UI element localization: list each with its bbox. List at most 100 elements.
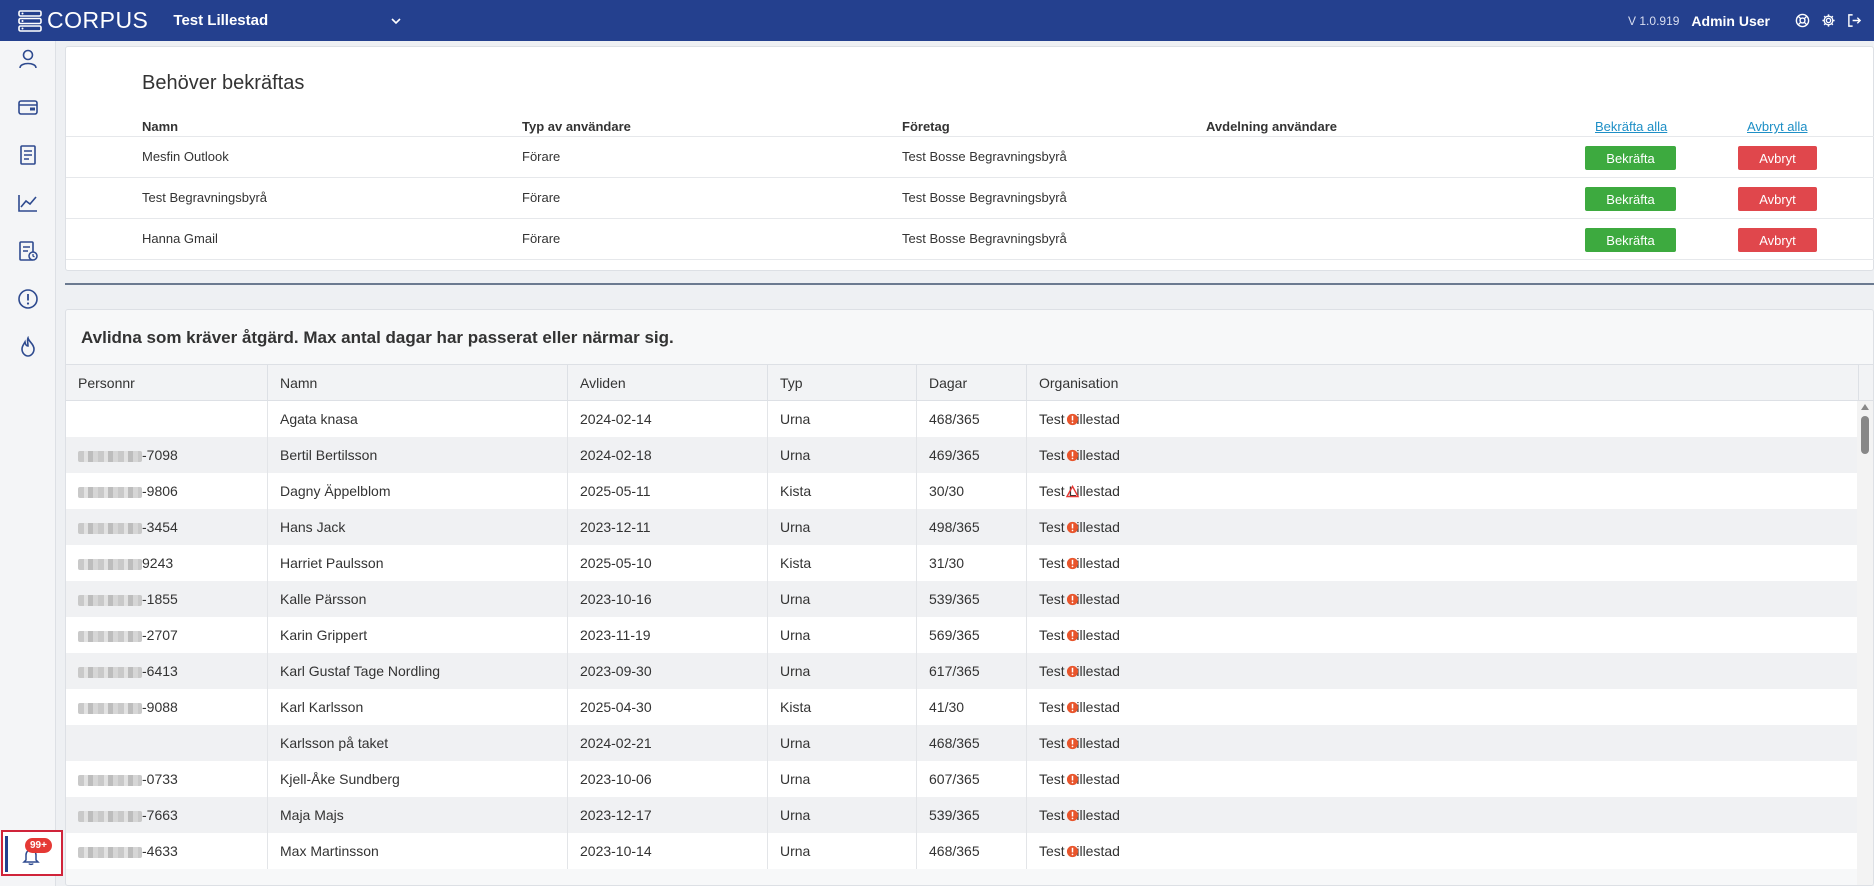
- died-date-cell: 2025-05-10: [568, 545, 768, 581]
- name-cell: Karin Grippert: [268, 617, 568, 653]
- column-header-name[interactable]: Namn: [268, 365, 568, 402]
- died-date-cell: 2024-02-18: [568, 437, 768, 473]
- days-cell: 498/365: [917, 509, 1027, 545]
- scrollbar[interactable]: [1857, 401, 1873, 885]
- logout-icon[interactable]: [1847, 13, 1862, 28]
- scroll-thumb[interactable]: [1861, 416, 1869, 454]
- card-title: Behöver bekräftas: [142, 72, 305, 94]
- table-row[interactable]: -7098 Bertil Bertilsson 2024-02-18 Urna 469/…: [66, 437, 1858, 473]
- organisation-cell: Test Lillestad: [1027, 689, 1858, 725]
- overdue-alert-icon: [1066, 797, 1080, 833]
- table-row[interactable]: Agata knasa 2024-02-14 Urna 468/365 Test Lil…: [66, 401, 1858, 437]
- gear-icon[interactable]: [1821, 13, 1836, 28]
- died-date-cell: 2025-05-11: [568, 473, 768, 509]
- days-cell: 607/365: [917, 761, 1027, 797]
- table-row[interactable]: -4633 Max Martinsson 2023-10-14 Urna 468/365…: [66, 833, 1858, 869]
- confirm-button[interactable]: Bekräfta: [1585, 187, 1676, 211]
- column-header-department: Avdelning användare: [1206, 119, 1337, 134]
- company: Test Bosse Begravningsbyrå: [902, 149, 1067, 164]
- table-row[interactable]: -9088 Karl Karlsson 2025-04-30 Kista 41/30 Te…: [66, 689, 1858, 725]
- cancel-button[interactable]: Avbryt: [1738, 187, 1817, 211]
- user-name: Hanna Gmail: [142, 231, 218, 246]
- personnr-suffix: -4633: [142, 843, 178, 859]
- personnr-suffix: -1855: [142, 591, 178, 607]
- invoice-icon[interactable]: [17, 144, 39, 166]
- personnr-suffix: -3454: [142, 519, 178, 535]
- flame-icon[interactable]: [17, 335, 39, 358]
- column-header-type[interactable]: Typ: [768, 365, 917, 402]
- type-cell: Urna: [768, 761, 917, 797]
- type-cell: Urna: [768, 509, 917, 545]
- personnr-suffix: -7098: [142, 447, 178, 463]
- cancel-button[interactable]: Avbryt: [1738, 228, 1817, 252]
- notification-badge: 99+: [25, 838, 52, 853]
- wallet-icon[interactable]: [17, 96, 39, 118]
- personnr-suffix: -0733: [142, 771, 178, 787]
- type-cell: Urna: [768, 401, 917, 437]
- died-date-cell: 2023-10-16: [568, 581, 768, 617]
- user-icon[interactable]: [17, 48, 39, 70]
- personnr-cell: -7098: [66, 437, 268, 473]
- days-cell: 468/365: [917, 401, 1027, 437]
- died-date-cell: 2023-09-30: [568, 653, 768, 689]
- personnr-cell: -9088: [66, 689, 268, 725]
- name-cell: Hans Jack: [268, 509, 568, 545]
- type-cell: Urna: [768, 437, 917, 473]
- table-row[interactable]: 9243 Harriet Paulsson 2025-05-10 Kista 31/30…: [66, 545, 1858, 581]
- column-header-days[interactable]: Dagar: [917, 365, 1027, 402]
- table-row[interactable]: -7663 Maja Majs 2023-12-17 Urna 539/365 Test …: [66, 797, 1858, 833]
- organisation-cell: Test Lillestad: [1027, 437, 1858, 473]
- overdue-alert-icon: [1066, 545, 1080, 581]
- personnr-suffix: -7663: [142, 807, 178, 823]
- column-header-personnr[interactable]: Personnr: [66, 365, 268, 402]
- days-cell: 30/30: [917, 473, 1027, 509]
- cancel-button[interactable]: Avbryt: [1738, 146, 1817, 170]
- table-row[interactable]: Karlsson på taket 2024-02-21 Urna 468/365 Te…: [66, 725, 1858, 761]
- masked-personnr: [78, 774, 142, 786]
- personnr-suffix: -6413: [142, 663, 178, 679]
- scroll-up-arrow[interactable]: [1861, 404, 1869, 410]
- chart-icon[interactable]: [17, 192, 39, 214]
- help-icon[interactable]: [1795, 13, 1810, 28]
- masked-personnr: [78, 558, 142, 570]
- report-icon[interactable]: [17, 240, 39, 262]
- user-name[interactable]: Admin User: [1691, 13, 1770, 29]
- type-cell: Kista: [768, 545, 917, 581]
- logo-text: CORPUS: [47, 7, 149, 33]
- organization-name: Test Lillestad: [173, 12, 269, 29]
- table-row[interactable]: -6413 Karl Gustaf Tage Nordling 2023-09-30…: [66, 653, 1858, 689]
- table-row: Mesfin Outlook Förare Test Bosse Begravn…: [66, 136, 1874, 177]
- masked-personnr: [78, 666, 142, 678]
- deceased-action-card: Avlidna som kräver åtgärd. Max antal dag…: [65, 309, 1874, 886]
- notifications-button[interactable]: 99+: [1, 830, 63, 876]
- column-header-organisation[interactable]: Organisation: [1027, 365, 1859, 402]
- masked-personnr: [78, 594, 142, 606]
- table-row[interactable]: -9806 Dagny Äppelblom 2025-05-11 Kista 30/30…: [66, 473, 1858, 509]
- logo-icon: [18, 9, 42, 32]
- overdue-alert-icon: [1066, 725, 1080, 761]
- chevron-down-icon: [391, 17, 401, 24]
- user-type: Förare: [522, 190, 561, 205]
- confirm-button[interactable]: Bekräfta: [1585, 146, 1676, 170]
- table-row[interactable]: -0733 Kjell-Åke Sundberg 2023-10-06 Urna 607…: [66, 761, 1858, 797]
- alert-icon[interactable]: [17, 288, 39, 310]
- days-cell: 468/365: [917, 725, 1027, 761]
- version-label: V 1.0.919: [1628, 13, 1680, 28]
- cancel-all-link[interactable]: Avbryt alla: [1747, 119, 1807, 134]
- name-cell: Maja Majs: [268, 797, 568, 833]
- table-row[interactable]: -2707 Karin Grippert 2023-11-19 Urna 569/365…: [66, 617, 1858, 653]
- divider: [66, 259, 1874, 260]
- column-header-died[interactable]: Avliden: [568, 365, 768, 402]
- confirm-all-link[interactable]: Bekräfta alla: [1595, 119, 1667, 134]
- table-row[interactable]: -3454 Hans Jack 2023-12-11 Urna 498/365 Test …: [66, 509, 1858, 545]
- table-row[interactable]: -1855 Kalle Pärsson 2023-10-16 Urna 539/365 T…: [66, 581, 1858, 617]
- organisation-cell: Test Lillestad: [1027, 581, 1858, 617]
- overdue-alert-icon: [1066, 689, 1080, 725]
- column-header-company: Företag: [902, 119, 950, 134]
- top-bar: CORPUS Test Lillestad V 1.0.919 Admin Us…: [0, 0, 1874, 41]
- organization-selector[interactable]: Test Lillestad: [173, 12, 403, 29]
- table-row: Test Begravningsbyrå Förare Test Bosse B…: [66, 177, 1874, 218]
- confirm-button[interactable]: Bekräfta: [1585, 228, 1676, 252]
- personnr-cell: -3454: [66, 509, 268, 545]
- logo[interactable]: CORPUS: [18, 7, 148, 34]
